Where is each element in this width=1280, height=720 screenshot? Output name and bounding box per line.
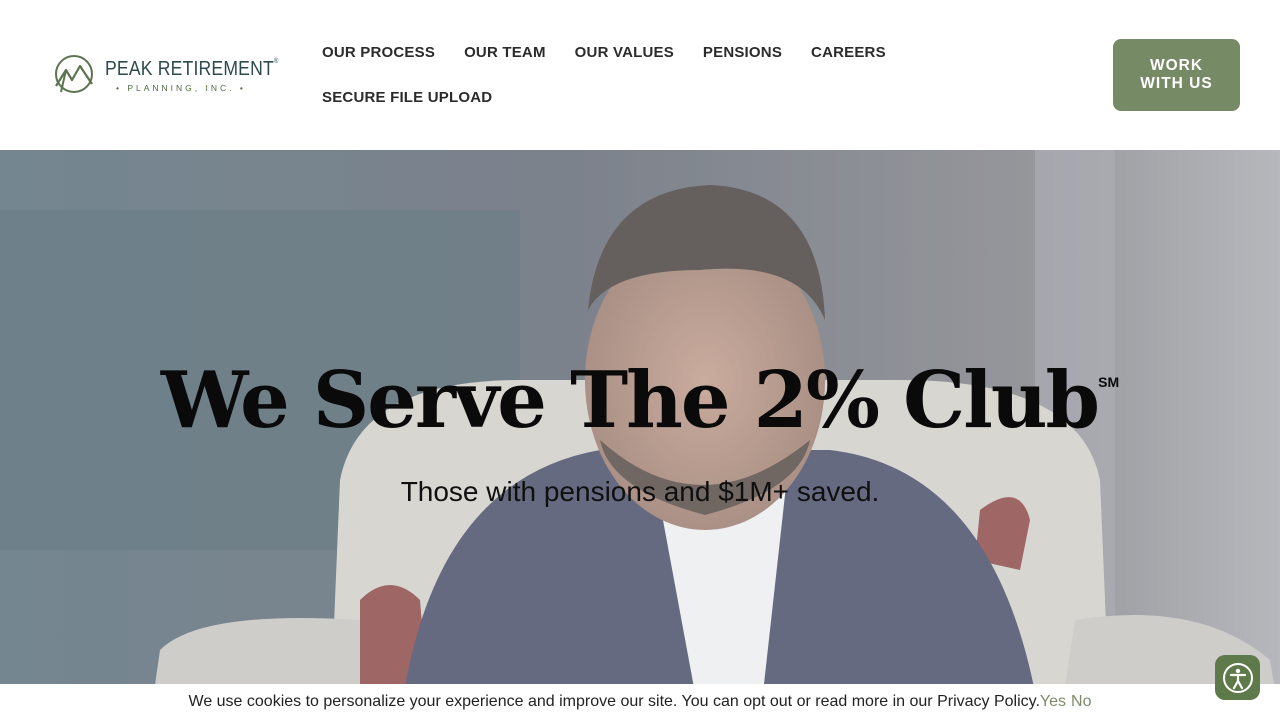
hero-section: We Serve The 2% ClubSM Those with pensio… [0, 150, 1280, 720]
nav-our-values[interactable]: OUR VALUES [575, 44, 674, 61]
nav-secure-file-upload[interactable]: SECURE FILE UPLOAD [322, 89, 492, 106]
mountain-logo-icon [55, 55, 93, 93]
service-mark: SM [1098, 374, 1120, 390]
main-nav: OUR PROCESS OUR TEAM OUR VALUES PENSIONS… [322, 40, 886, 109]
nav-row-secondary: SECURE FILE UPLOAD [322, 85, 882, 109]
cookie-banner: We use cookies to personalize your exper… [0, 684, 1280, 720]
logo-link[interactable]: PEAK RETIREMENT® • PLANNING, INC. • [52, 54, 278, 96]
work-with-us-label: WORK WITH US [1140, 57, 1213, 92]
nav-careers[interactable]: CAREERS [811, 44, 886, 61]
accessibility-button[interactable] [1215, 655, 1260, 700]
cookie-message: We use cookies to personalize your exper… [188, 693, 1040, 710]
cookie-yes-link[interactable]: Yes [1040, 693, 1066, 711]
hero-subtitle: Those with pensions and $1M+ saved. [400, 476, 880, 507]
cookie-no-link[interactable]: No [1071, 693, 1091, 711]
site-header: PEAK RETIREMENT® • PLANNING, INC. • OUR … [0, 0, 1280, 150]
logo-tagline: • PLANNING, INC. • [116, 83, 246, 93]
nav-row-primary: OUR PROCESS OUR TEAM OUR VALUES PENSIONS… [322, 40, 886, 64]
logo-wordmark: PEAK RETIREMENT® [105, 58, 279, 80]
hero-title: We Serve The 2% ClubSM [160, 355, 1120, 446]
accessibility-icon [1222, 662, 1253, 693]
work-with-us-button[interactable]: WORK WITH US [1113, 39, 1240, 111]
nav-pensions[interactable]: PENSIONS [703, 44, 782, 61]
nav-our-process[interactable]: OUR PROCESS [322, 44, 435, 61]
nav-our-team[interactable]: OUR TEAM [464, 44, 546, 61]
